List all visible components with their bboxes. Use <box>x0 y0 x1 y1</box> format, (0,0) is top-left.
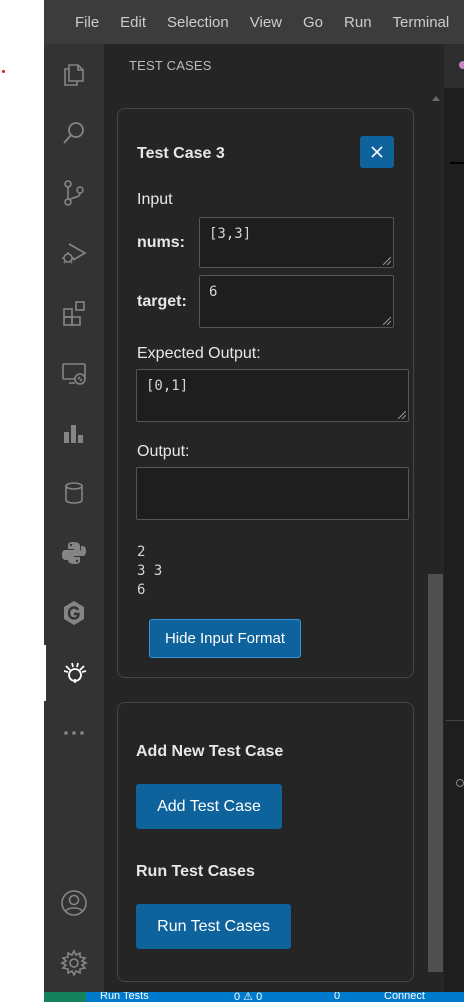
test-cases-sidebar: TEST CASES Test Case 3 Input nums: [3,3]… <box>104 44 444 992</box>
red-dot-marker <box>2 70 5 73</box>
menu-file[interactable]: File <box>75 14 99 31</box>
menu-terminal[interactable]: Terminal <box>393 14 450 31</box>
editor-tab-icon[interactable] <box>459 61 464 69</box>
test-cases-extension-icon[interactable] <box>44 645 104 701</box>
run-test-cases-heading: Run Test Cases <box>136 863 255 880</box>
status-bar: Run Tests 0 ⚠ 0 0 Connect <box>44 992 464 1002</box>
input-format-line: 3 3 <box>137 563 163 579</box>
nums-label: nums: <box>137 234 185 251</box>
expected-output-textarea[interactable]: [0,1] <box>136 369 409 422</box>
resize-handle-icon[interactable] <box>383 317 391 325</box>
editor-indicator-icon <box>456 779 464 787</box>
resize-handle-icon[interactable] <box>383 257 391 265</box>
expected-output-label: Expected Output: <box>137 345 261 362</box>
target-textarea[interactable]: 6 <box>199 275 394 328</box>
input-format-preview: 2 3 3 6 <box>137 543 162 600</box>
delete-test-case-button[interactable] <box>360 136 394 168</box>
scrollbar-thumb[interactable] <box>428 574 443 972</box>
python-icon[interactable] <box>44 525 104 581</box>
search-icon[interactable] <box>44 105 104 161</box>
database-icon[interactable] <box>44 465 104 521</box>
explorer-icon[interactable] <box>44 46 104 102</box>
nums-textarea[interactable]: [3,3] <box>199 217 394 268</box>
editor-line <box>450 162 464 164</box>
more-icon[interactable] <box>44 705 104 761</box>
nums-value: [3,3] <box>209 226 252 242</box>
input-label: Input <box>137 191 173 208</box>
title-bar: File Edit Selection View Go Run Terminal <box>44 0 464 44</box>
expected-output-value: [0,1] <box>146 378 189 394</box>
output-field <box>136 467 409 520</box>
run-test-cases-button[interactable]: Run Test Cases <box>136 904 291 949</box>
input-format-line: 6 <box>137 582 146 598</box>
remote-indicator[interactable] <box>44 992 86 1002</box>
activity-bar <box>44 44 104 992</box>
menu-selection[interactable]: Selection <box>167 14 229 31</box>
run-debug-icon[interactable] <box>44 225 104 281</box>
scroll-up-arrow-icon[interactable] <box>432 96 440 101</box>
test-case-title: Test Case 3 <box>137 145 225 162</box>
test-case-card: Test Case 3 Input nums: [3,3] target: 6 … <box>117 108 414 678</box>
remote-explorer-icon[interactable] <box>44 345 104 401</box>
status-connect[interactable]: Connect <box>384 992 425 1002</box>
status-ports[interactable]: 0 <box>334 992 340 1002</box>
menu-edit[interactable]: Edit <box>120 14 146 31</box>
close-icon <box>371 146 383 158</box>
editor-divider <box>446 720 464 721</box>
resize-handle-icon[interactable] <box>398 411 406 419</box>
settings-gear-icon[interactable] <box>44 935 104 991</box>
target-label: target: <box>137 293 187 310</box>
chart-icon[interactable] <box>44 405 104 461</box>
menu-run[interactable]: Run <box>344 14 372 31</box>
menu-view[interactable]: View <box>250 14 282 31</box>
editor-area <box>444 44 464 992</box>
extensions-icon[interactable] <box>44 285 104 341</box>
status-problems[interactable]: 0 ⚠ 0 <box>234 992 262 1002</box>
hide-input-format-button[interactable]: Hide Input Format <box>149 619 301 658</box>
status-run-tests[interactable]: Run Tests <box>100 992 149 1002</box>
sidebar-title: TEST CASES <box>129 58 212 73</box>
actions-card: Add New Test Case Add Test Case Run Test… <box>117 702 414 982</box>
add-test-case-button[interactable]: Add Test Case <box>136 784 282 829</box>
output-label: Output: <box>137 443 190 460</box>
add-test-case-heading: Add New Test Case <box>136 743 284 760</box>
target-value: 6 <box>209 284 218 300</box>
menu-go[interactable]: Go <box>303 14 323 31</box>
accounts-icon[interactable] <box>44 875 104 931</box>
g-extension-icon[interactable] <box>44 585 104 641</box>
source-control-icon[interactable] <box>44 165 104 221</box>
input-format-line: 2 <box>137 544 146 560</box>
